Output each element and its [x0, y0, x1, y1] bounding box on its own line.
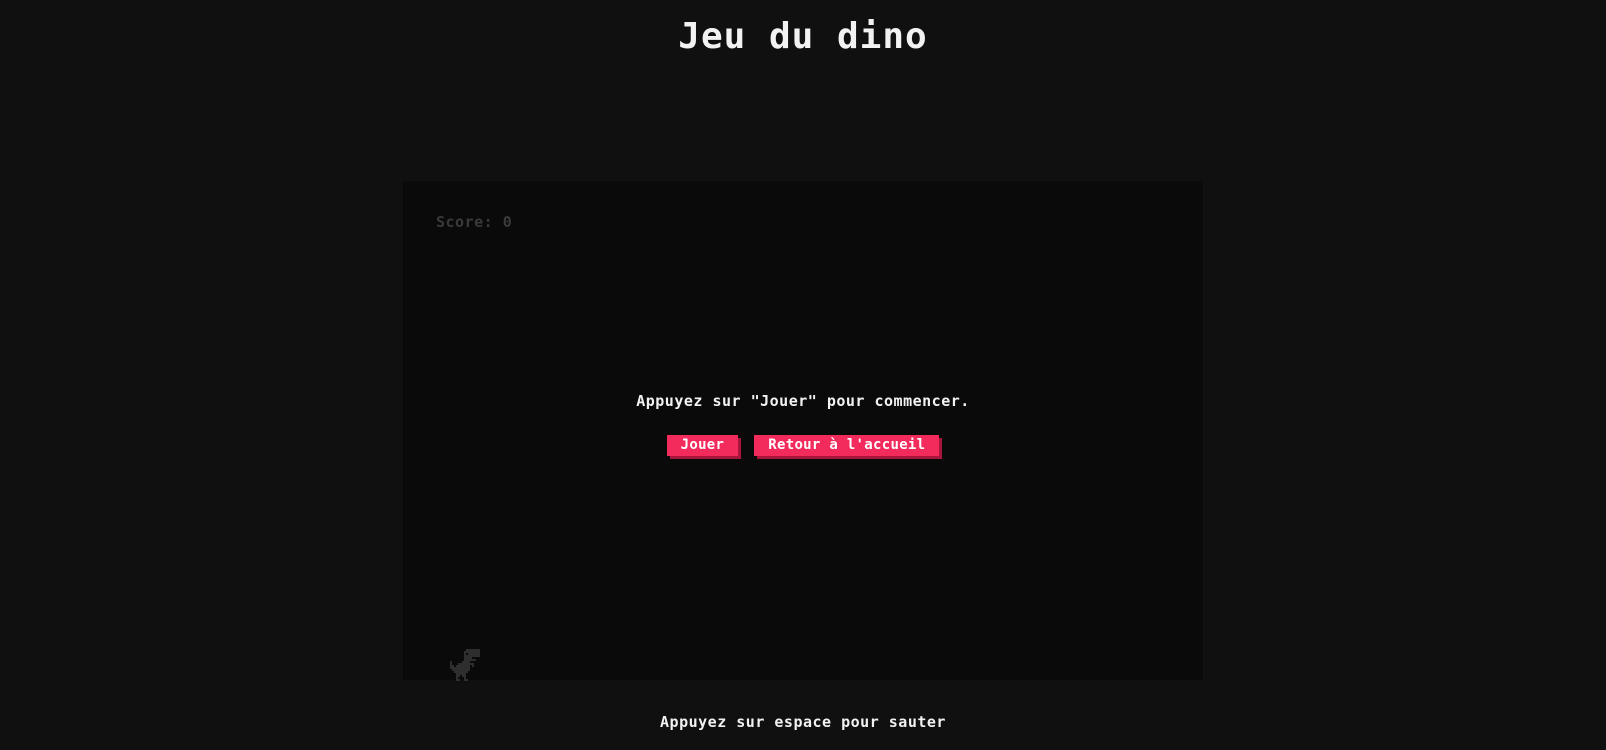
page: Jeu du dino Score: 0 Appuyez sur "Jouer" …	[0, 0, 1606, 750]
score-label: Score:	[436, 213, 494, 231]
home-button[interactable]: Retour à l'accueil	[754, 435, 940, 456]
page-title: Jeu du dino	[678, 16, 928, 57]
jump-hint: Appuyez sur espace pour sauter	[660, 713, 946, 731]
start-prompt: Appuyez sur "Jouer" pour commencer.	[636, 392, 970, 410]
button-row: Jouer Retour à l'accueil	[403, 435, 1203, 456]
game-canvas[interactable]: Score: 0 Appuyez sur "Jouer" pour commenc…	[403, 181, 1203, 681]
dino-icon	[450, 649, 480, 681]
play-button[interactable]: Jouer	[666, 435, 739, 456]
score-value: 0	[502, 213, 513, 231]
score-display: Score: 0	[436, 213, 512, 231]
